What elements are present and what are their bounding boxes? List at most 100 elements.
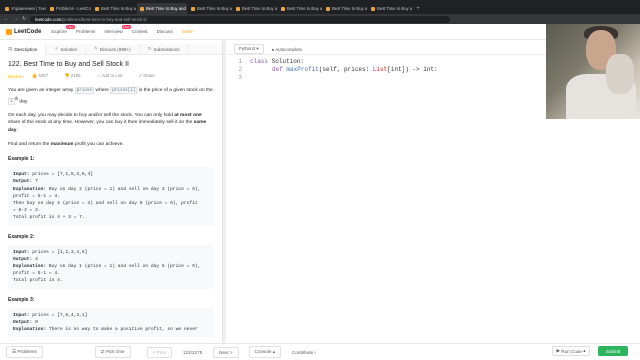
problems-button[interactable]: ☰ Problems — [6, 346, 43, 358]
console-button[interactable]: Console ▴ — [248, 346, 282, 358]
new-tab-button[interactable]: + — [413, 3, 423, 14]
share-button[interactable]: ↗ Share — [138, 73, 163, 79]
example-line: Output: 0 — [13, 319, 209, 326]
discuss-icon: ✎ — [94, 46, 98, 51]
problems-label: Problems — [17, 349, 37, 354]
line-number: 2 — [238, 66, 242, 73]
url-field[interactable]: leetcode.com/problems/best-time-to-buy-a… — [30, 15, 451, 23]
example-line: Input: prices = [1,2,3,4,5] — [13, 249, 209, 256]
dislikes-count: 2185 — [70, 73, 81, 78]
tab-solution[interactable]: ⚛ Solution — [46, 43, 87, 55]
example-value: profit = 5-1 = 4. — [13, 271, 60, 277]
example-label: Example 1: — [8, 156, 35, 163]
example-value: 7 — [32, 179, 38, 185]
example-line: Total profit is 4. — [13, 277, 209, 284]
problem-paragraph-3: Find and return the maximum profit you c… — [8, 141, 214, 149]
add-to-list-button[interactable]: ☆ Add to List — [97, 73, 131, 79]
nav-item-store[interactable]: Store — [182, 29, 193, 34]
browser-tab[interactable]: Best Time to Buy and Sell× — [323, 3, 367, 14]
problem-meta: Medium 👍 5357 👎 2185 ☆ Add to List ↗ Sha… — [8, 73, 214, 79]
next-button[interactable]: Next > — [213, 346, 239, 358]
nav-item-interview[interactable]: Interview New — [104, 25, 131, 34]
p1-text-b: where — [94, 88, 111, 93]
problem-paragraph-2: On each day, you may decide to buy and/o… — [8, 112, 214, 135]
back-icon[interactable]: ← — [4, 16, 9, 22]
new-badge: New — [65, 25, 75, 29]
nav-item-contest[interactable]: Contest — [132, 29, 148, 34]
next-label: Next > — [219, 349, 233, 355]
nav-item-explore[interactable]: Explore New — [51, 25, 75, 34]
page-indicator: 122/2175 — [178, 348, 207, 357]
example-line: = 6-3 = 3. — [13, 207, 209, 214]
browser-tab[interactable]: Best Time to Buy and Sell× — [188, 3, 232, 14]
leetcode-logo[interactable]: LeetCode — [6, 28, 41, 35]
example-value: Total profit is 4 + 3 = 7. — [13, 215, 85, 221]
forward-icon[interactable]: → — [13, 16, 18, 22]
contribute-button[interactable]: Contribute i — [287, 348, 321, 357]
browser-tab-label: Best Time to Buy and Sell — [242, 6, 277, 11]
nav-item-label: Interview — [104, 29, 123, 34]
language-select[interactable]: Python3 ▾ — [234, 44, 264, 54]
run-code-button[interactable]: ▶ Run Code ▴ — [552, 346, 590, 356]
browser-tab[interactable]: Problems - LeetCode× — [47, 3, 91, 14]
url-path: /problems/best-time-to-buy-and-sell-stoc… — [61, 16, 147, 22]
problem-title: 122. Best Time to Buy and Sell Stock II — [8, 61, 130, 68]
nav-item-discuss[interactable]: Discuss — [157, 29, 173, 34]
p2-bold-1: at most one — [174, 112, 202, 118]
submit-button[interactable]: Submit — [598, 346, 628, 356]
browser-tab[interactable]: Best Time to Buy and Sell× — [92, 3, 136, 14]
browser-tab[interactable]: Упражнения | Тексты× — [2, 3, 46, 14]
favicon-icon — [50, 6, 54, 11]
dislike-button[interactable]: 👎 2185 — [64, 73, 88, 79]
example-line: profit = 5-1 = 4. — [13, 270, 209, 277]
problem-subtabs: ▤ Description ⚛ Solution ✎ Discuss (999+) ↻… — [0, 43, 222, 55]
p1-code-i: i — [8, 98, 15, 106]
tab-description[interactable]: ▤ Description — [0, 43, 47, 55]
language-value: Python3 — [239, 46, 256, 51]
favicon-icon — [371, 6, 375, 11]
browser-tab-label: Best Time to Buy and Sell — [197, 6, 232, 11]
pick-one-label: Pick One — [105, 349, 125, 354]
example-value: 4 — [32, 256, 38, 262]
tab-submissions-label: Submissions — [153, 46, 180, 52]
autocomplete-label: Autocomplete — [275, 46, 303, 52]
bottom-bar: ☰ Problems ⇄ Pick One < Prev 122/2175 Ne… — [0, 343, 640, 360]
submit-label: Submit — [605, 348, 621, 354]
webcam-person-hand — [606, 54, 634, 94]
example-value: Buy on day 2 (price = 1) and sell on day… — [46, 186, 201, 192]
example-block: Input: prices = [7,1,5,3,6,4] Output: 7 Ex… — [8, 167, 214, 226]
examples-container: Example 1: Input: prices = [7,1,5,3,6,4] O… — [8, 156, 214, 338]
like-button[interactable]: 👍 5357 — [32, 73, 56, 79]
example-line: Total profit is 4 + 3 = 7. — [13, 214, 209, 221]
reload-icon[interactable]: ↻ — [22, 16, 26, 22]
browser-tab[interactable]: Best Time to Buy and Sell× — [368, 3, 412, 14]
tab-discuss[interactable]: ✎ Discuss (999+) — [86, 43, 140, 55]
example-key: Input: — [13, 312, 30, 318]
example-key: Explanation: — [13, 264, 47, 270]
example-line: profit = 5-1 = 4. — [13, 193, 209, 200]
example-line: Explanation: Buy on day 1 (price = 1) an… — [13, 263, 209, 270]
pick-one-button[interactable]: ⇄ Pick One — [94, 346, 131, 358]
example-line: Input: prices = [7,6,4,3,1] — [13, 312, 209, 319]
webcam-overlay — [546, 24, 640, 119]
nav-item-label: Store — [181, 29, 193, 34]
favicon-icon — [191, 6, 195, 11]
autocomplete-toggle[interactable]: ● Autocomplete — [272, 47, 303, 52]
browser-tab-bar: Упражнения | Тексты×Problems - LeetCode×… — [0, 0, 640, 14]
console-label: Console — [254, 349, 272, 354]
p2-text-c: . — [16, 128, 18, 133]
prev-button[interactable]: < Prev — [146, 346, 172, 358]
browser-tab[interactable]: Best Time to Buy and Sell× — [137, 3, 187, 14]
example-line: Output: 7 — [13, 178, 209, 185]
example-value: Total profit is 4. — [13, 278, 63, 284]
example-value: profit = 5-1 = 4. — [13, 193, 60, 199]
browser-tab[interactable]: Best Time to Buy and Sell× — [233, 3, 277, 14]
add-to-list-label: Add to List — [101, 73, 123, 78]
example-key: Explanation: — [13, 327, 47, 333]
line-number: 3 — [238, 74, 242, 81]
browser-tab[interactable]: Best Time to Buy and Sell× — [278, 3, 322, 14]
prev-label: < Prev — [152, 349, 166, 355]
browser-tab-label: Best Time to Buy and Sell — [332, 6, 367, 11]
tab-submissions[interactable]: ↻ Submissions — [140, 43, 189, 55]
nav-item-problems[interactable]: Problems — [76, 29, 95, 34]
